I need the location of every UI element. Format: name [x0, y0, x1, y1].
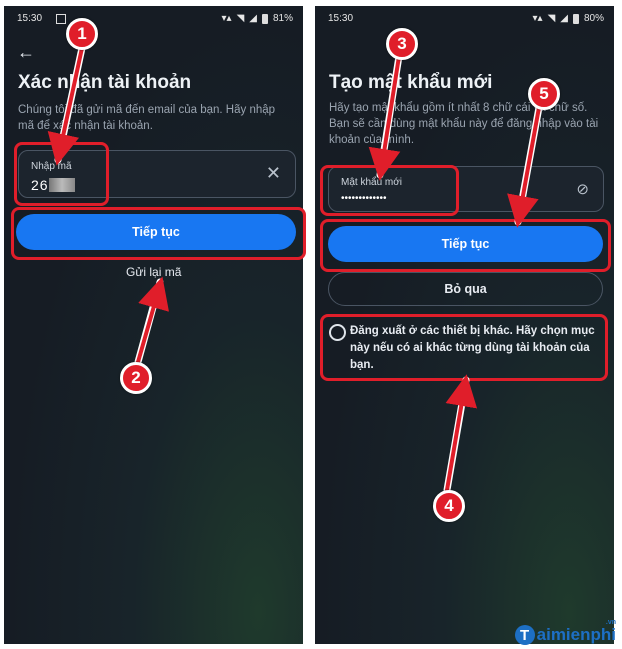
- left-phone-screen: 15:30 ▾▴ ◥ ◢ 81% ← Xác nhận tài khoản Ch…: [4, 6, 303, 644]
- signal-icon: ▾▴: [221, 13, 232, 24]
- clear-icon[interactable]: ✕: [266, 163, 281, 184]
- cell-icon: ◢: [249, 13, 257, 24]
- watermark-initial: T: [514, 625, 535, 645]
- cell-icon: ◢: [560, 13, 568, 24]
- highlight-continue-right: [320, 219, 611, 272]
- highlight-code-field: [14, 142, 109, 206]
- page-title: Tạo mật khẩu mới: [329, 72, 493, 93]
- status-time: 15:30: [17, 13, 43, 24]
- status-bar: 15:30 ▾▴ ◥ ◢ 80%: [315, 10, 614, 28]
- highlight-continue-left: [11, 207, 306, 260]
- battery-level: 80%: [583, 13, 604, 24]
- wifi-icon: ◥: [236, 13, 245, 24]
- eye-off-icon[interactable]: ⊘: [576, 180, 589, 198]
- status-time: 15:30: [328, 13, 354, 24]
- watermark-brand: aimienphi: [536, 625, 616, 644]
- page-description: Chúng tôi đã gửi mã đến email của bạn. H…: [18, 104, 276, 132]
- status-bar: 15:30 ▾▴ ◥ ◢ 81%: [4, 10, 303, 28]
- step-marker-4: 4: [433, 490, 465, 522]
- watermark-logo: T aimienphi .vn: [514, 619, 616, 645]
- wifi-icon: ◥: [547, 13, 556, 24]
- highlight-password-field: [320, 165, 459, 216]
- battery-icon: [572, 13, 579, 24]
- page-description: Hãy tạo mật khẩu gồm ít nhất 8 chữ cái v…: [329, 102, 599, 146]
- watermark-suffix: .vn: [605, 619, 616, 626]
- battery-icon: [261, 13, 268, 24]
- step-marker-5: 5: [528, 78, 560, 110]
- skip-button[interactable]: Bỏ qua: [328, 272, 603, 306]
- notification-icon: [56, 14, 66, 24]
- step-marker-1: 1: [66, 18, 98, 50]
- signal-icon: ▾▴: [532, 13, 543, 24]
- back-arrow-icon[interactable]: ←: [17, 42, 35, 63]
- resend-code-link[interactable]: Gửi lại mã: [126, 265, 181, 279]
- step-marker-2: 2: [120, 362, 152, 394]
- battery-level: 81%: [272, 13, 293, 24]
- highlight-logout-option: [320, 314, 608, 381]
- page-title: Xác nhận tài khoản: [18, 72, 192, 93]
- step-marker-3: 3: [386, 28, 418, 60]
